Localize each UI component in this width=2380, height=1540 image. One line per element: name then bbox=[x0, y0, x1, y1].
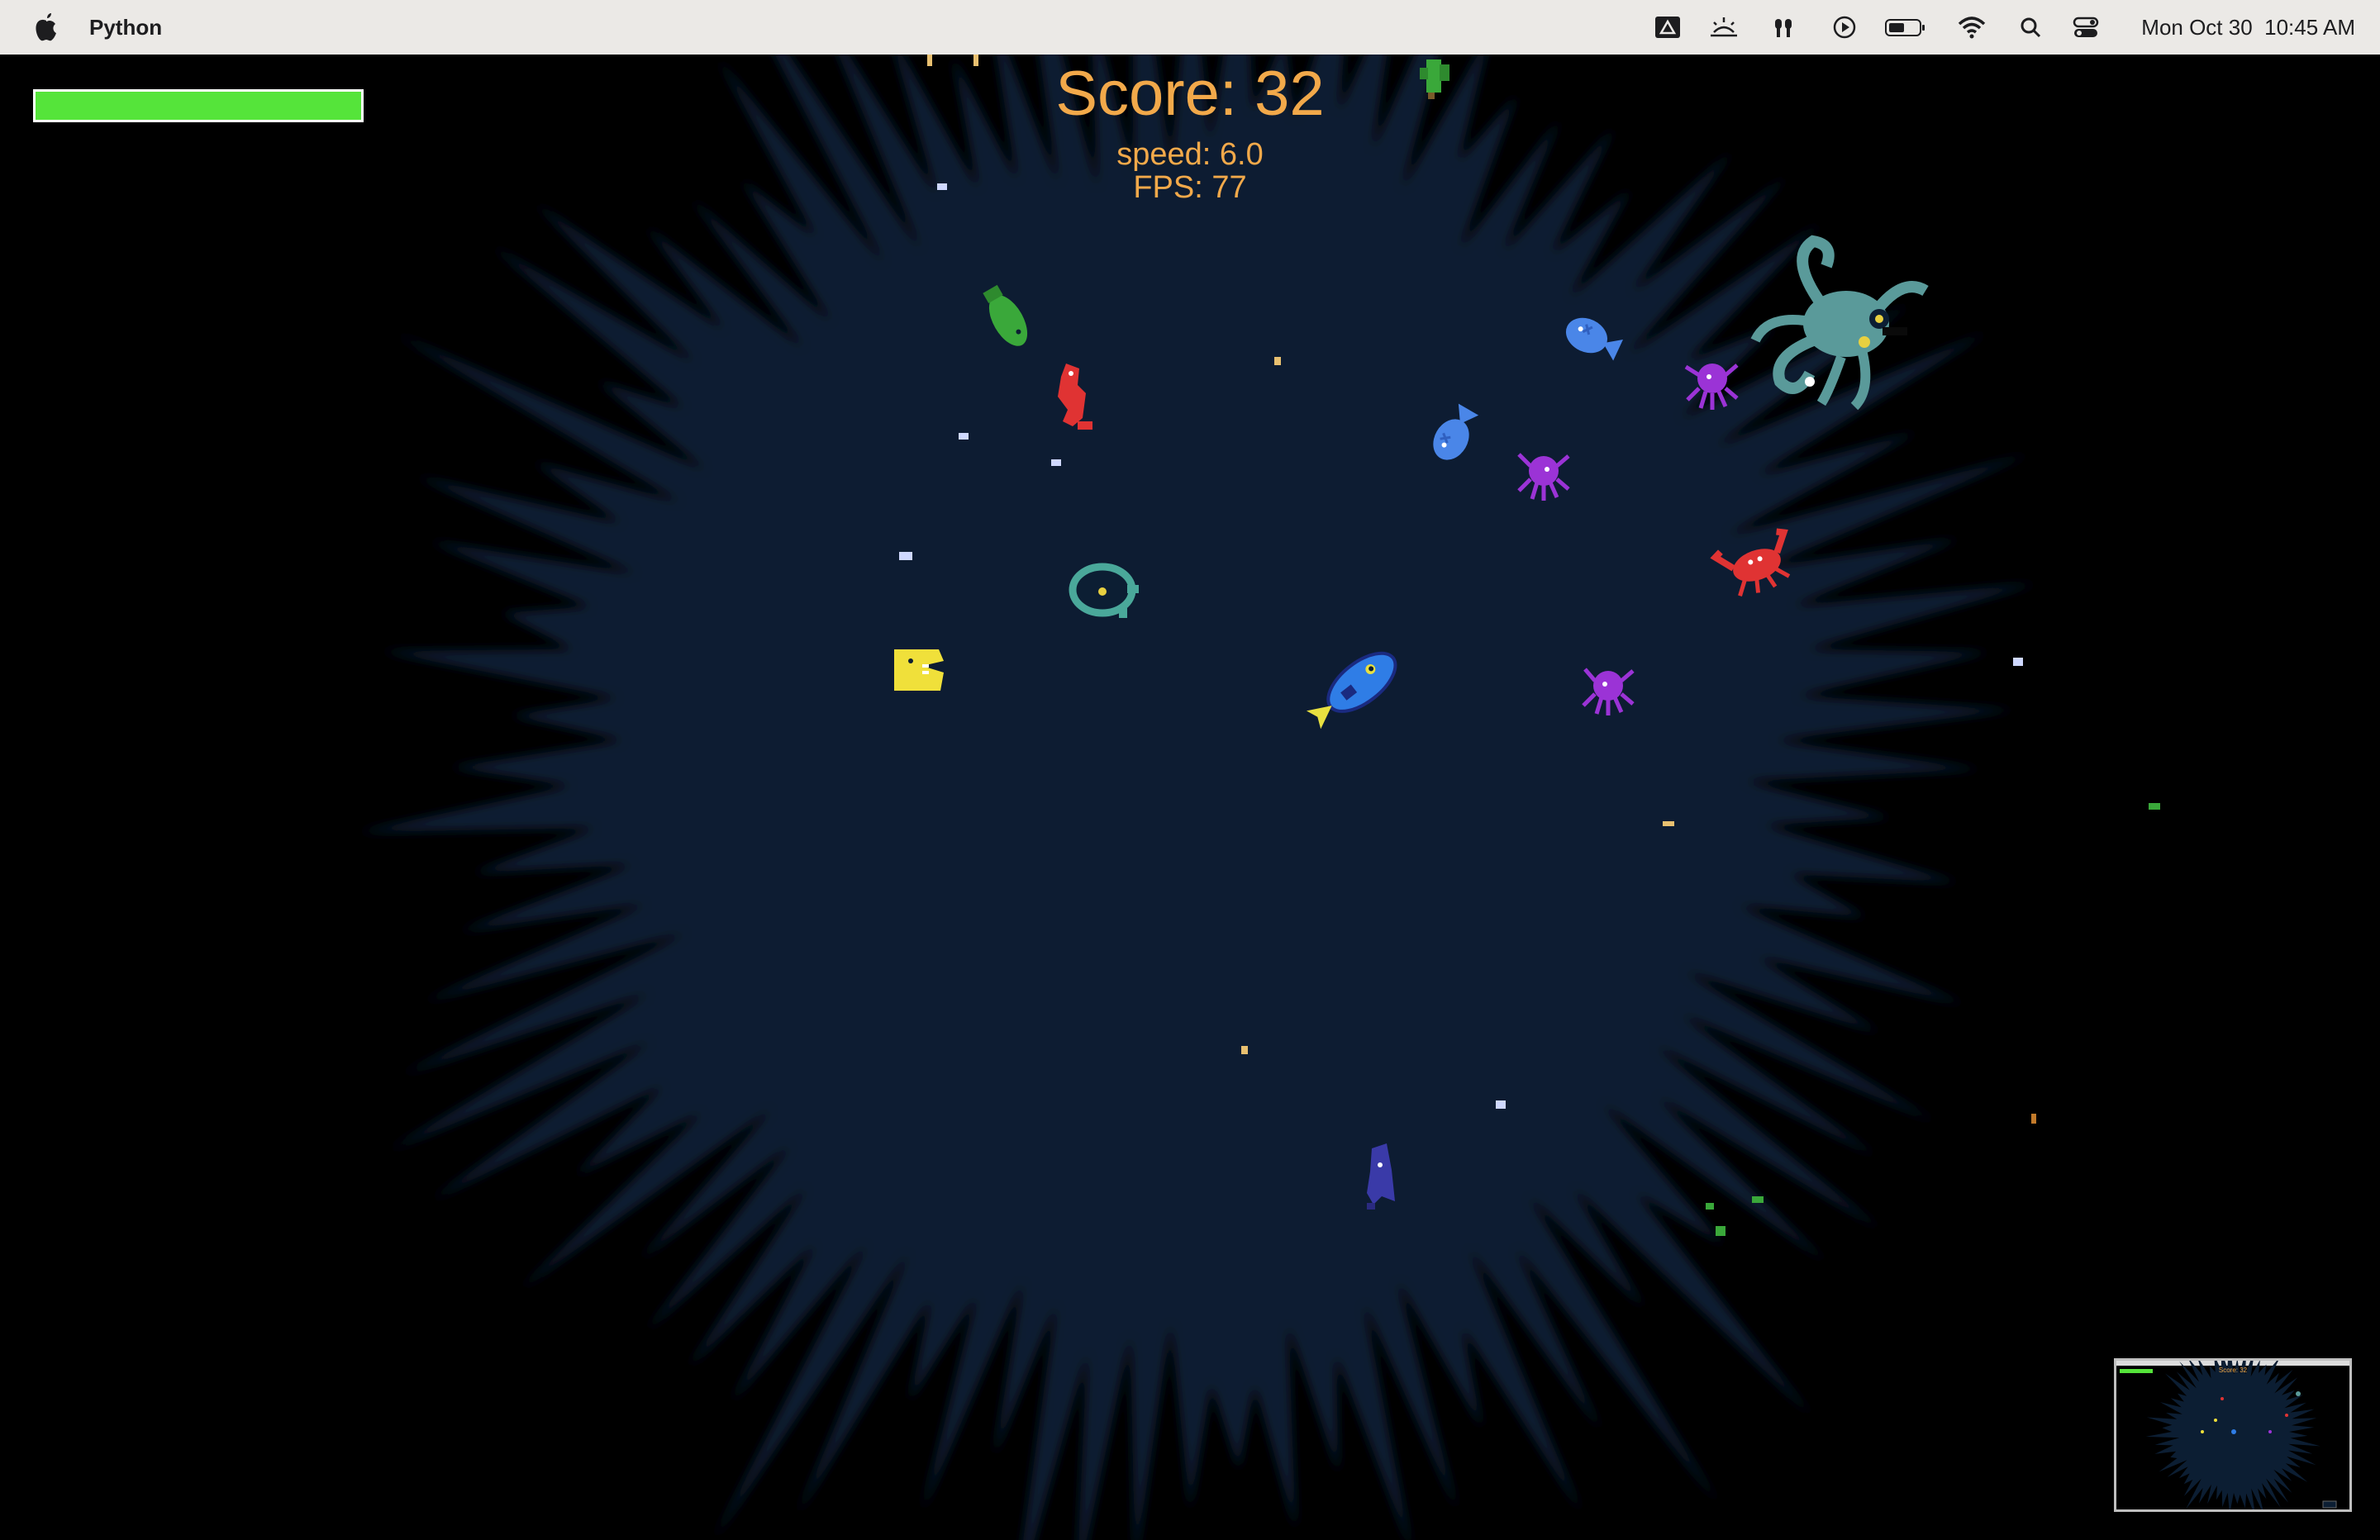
minimap-thumbnail[interactable]: Score: 32 bbox=[2114, 1358, 2352, 1512]
speed-label: speed: 6.0 bbox=[1116, 137, 1264, 172]
menu-bar: Python Mon Oct 30 10:45 AM bbox=[0, 0, 2380, 55]
time-label: 10:45 AM bbox=[2264, 15, 2355, 40]
sunrise-icon[interactable] bbox=[1709, 14, 1739, 40]
drive-icon[interactable] bbox=[1653, 14, 1683, 40]
minimap-score: Score: 32 bbox=[2219, 1367, 2248, 1374]
date-label: Mon Oct 30 bbox=[2141, 15, 2253, 40]
apple-icon[interactable] bbox=[33, 12, 60, 43]
minimap-view: Score: 32 bbox=[2116, 1361, 2349, 1509]
battery-icon[interactable] bbox=[1884, 14, 1927, 40]
ocean-world bbox=[358, 55, 2160, 1540]
score-label: Score: 32 bbox=[1055, 59, 1325, 129]
game-canvas[interactable]: Score: 32 speed: 6.0 FPS: 77 Score: 32 bbox=[0, 55, 2380, 1540]
vision-burst bbox=[358, 55, 2037, 1540]
menubar-clock[interactable]: Mon Oct 30 10:45 AM bbox=[2141, 0, 2355, 55]
search-icon[interactable] bbox=[2016, 14, 2046, 40]
fps-label: FPS: 77 bbox=[1133, 170, 1247, 205]
wifi-icon[interactable] bbox=[1957, 14, 1987, 40]
play-icon[interactable] bbox=[1830, 14, 1859, 40]
airdrop-icon[interactable] bbox=[1768, 14, 1798, 40]
control-center-icon[interactable] bbox=[2071, 14, 2101, 40]
app-name-menu[interactable]: Python bbox=[89, 0, 162, 55]
